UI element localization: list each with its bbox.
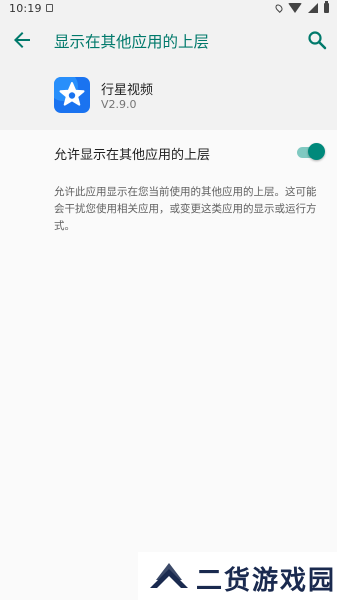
back-button[interactable] — [10, 28, 34, 52]
search-button[interactable] — [305, 28, 329, 52]
location-icon — [274, 3, 284, 13]
page-title: 显示在其他应用的上层 — [54, 33, 210, 51]
app-version: V2.9.0 — [101, 98, 137, 111]
signal-icon — [308, 3, 318, 13]
battery-icon — [324, 1, 329, 13]
app-icon — [54, 77, 90, 113]
status-time: 10:19 — [9, 2, 42, 15]
overlay-permission-row[interactable]: 允许显示在其他应用的上层 — [0, 132, 337, 172]
watermark: 二货游戏园 — [138, 552, 337, 600]
status-icons — [274, 1, 329, 13]
permission-description: 允许此应用显示在您当前使用的其他应用的上层。这可能会干扰您使用相关应用，或变更这… — [54, 186, 317, 232]
toggle-thumb — [308, 143, 325, 160]
app-header: 显示在其他应用的上层 — [0, 18, 337, 62]
wifi-icon — [288, 3, 302, 13]
star-icon — [59, 82, 85, 106]
setting-label: 允许显示在其他应用的上层 — [54, 148, 211, 163]
notification-app-icon — [46, 4, 53, 12]
watermark-text: 二货游戏园 — [196, 566, 337, 596]
app-name: 行星视频 — [101, 83, 154, 98]
arrow-left-icon — [14, 32, 30, 48]
search-icon — [308, 31, 327, 50]
app-info: 行星视频 V2.9.0 — [0, 62, 337, 130]
status-bar: 10:19 — [0, 0, 337, 18]
watermark-logo-icon — [150, 563, 188, 588]
